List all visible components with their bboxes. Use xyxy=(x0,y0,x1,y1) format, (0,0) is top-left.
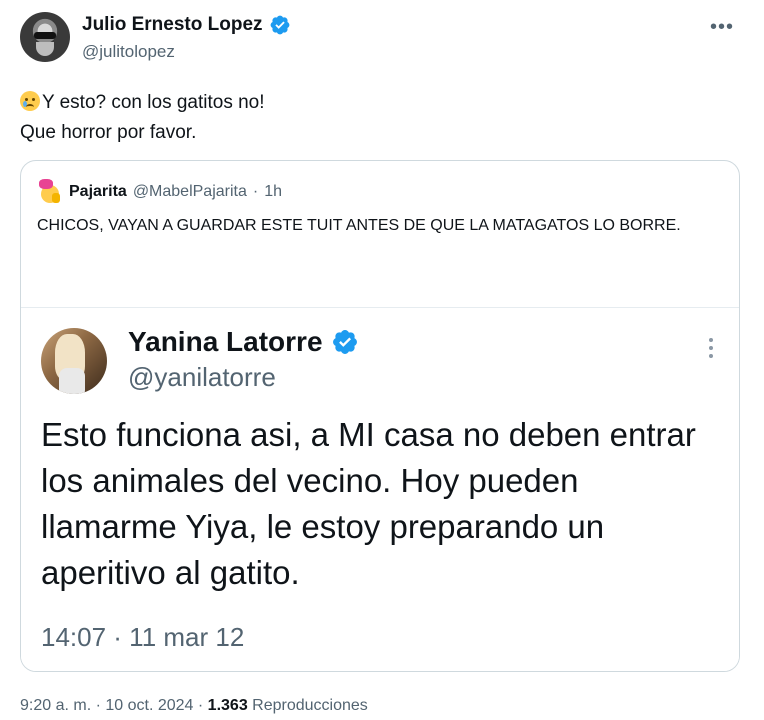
tweet-text: Y esto? con los gatitos no! Que horror p… xyxy=(20,88,265,148)
author-avatar[interactable] xyxy=(20,12,70,62)
tweet-timestamp[interactable]: 9:20 a. m. · 10 oct. 2024 · xyxy=(20,697,203,714)
avatar-glasses xyxy=(34,32,56,39)
embedded-name-row: Yanina Latorre xyxy=(128,326,359,358)
tweet-line-1: Y esto? con los gatitos no! xyxy=(20,88,265,118)
tweet-line-1-text: Y esto? con los gatitos no! xyxy=(42,92,265,113)
author-name[interactable]: Julio Ernesto Lopez xyxy=(82,14,263,36)
quoted-tweet-card[interactable]: Pajarita @MabelPajarita · 1h CHICOS, VAY… xyxy=(20,160,740,672)
views-count: 1.363 xyxy=(207,697,248,714)
tweet-line-2: Que horror por favor. xyxy=(20,122,197,143)
author-handle[interactable]: @julitolopez xyxy=(82,42,175,62)
embedded-tweet-screenshot[interactable]: Yanina Latorre @yanilatorre Esto funcion… xyxy=(21,307,739,671)
embedded-tweet-text: Esto funciona asi, a MI casa no deben en… xyxy=(41,416,696,591)
quote-text: CHICOS, VAYAN A GUARDAR ESTE TUIT ANTES … xyxy=(37,217,681,234)
more-options-icon[interactable]: ••• xyxy=(710,16,734,39)
embedded-more-icon xyxy=(709,338,715,362)
quote-header: Pajarita @MabelPajarita · 1h xyxy=(37,179,282,205)
embedded-author-handle: @yanilatorre xyxy=(128,362,276,392)
verified-badge-icon xyxy=(270,15,289,35)
quote-avatar-icon[interactable] xyxy=(37,179,63,205)
quote-author-handle[interactable]: @MabelPajarita xyxy=(133,183,247,201)
quote-separator: · xyxy=(252,183,259,200)
avatar-beard xyxy=(36,42,54,56)
quote-author-name[interactable]: Pajarita xyxy=(69,183,127,201)
embedded-author-name: Yanina Latorre xyxy=(128,326,323,357)
tweet-footer: 9:20 a. m. · 10 oct. 2024 · 1.363 Reprod… xyxy=(20,697,368,715)
author-name-row[interactable]: Julio Ernesto Lopez xyxy=(82,14,291,36)
embedded-timestamp: 14:07 · 11 mar 12 xyxy=(41,622,245,652)
crying-face-icon xyxy=(20,91,40,111)
verified-badge-icon xyxy=(332,330,357,354)
views-label: Reproducciones xyxy=(252,697,368,714)
quote-time[interactable]: 1h xyxy=(264,183,282,201)
embedded-avatar xyxy=(41,328,107,394)
